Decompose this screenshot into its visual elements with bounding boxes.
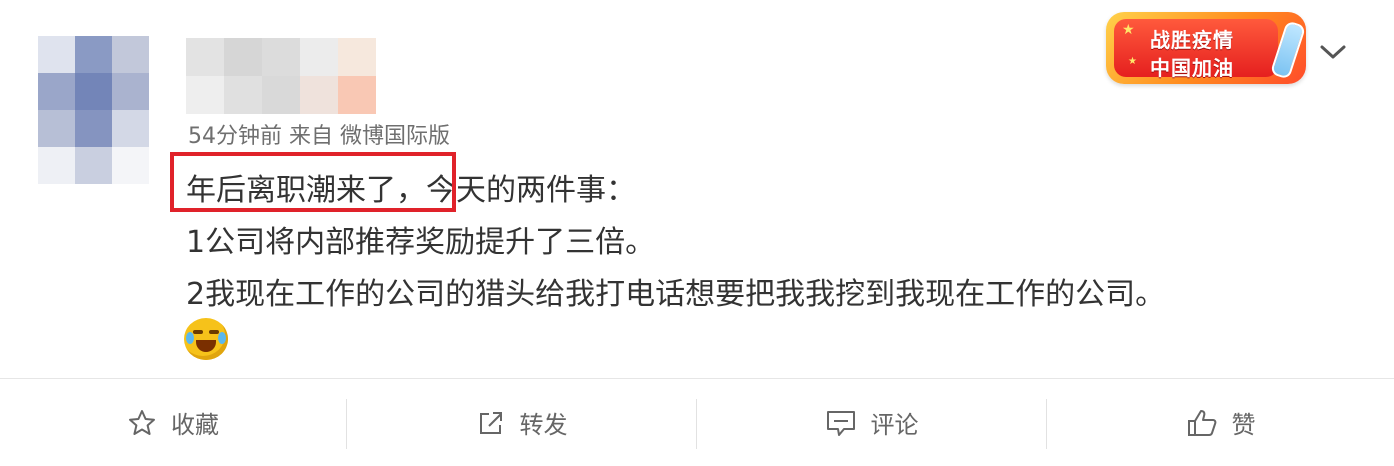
star-icon: ★ [1128, 56, 1137, 67]
campaign-badge[interactable]: ★ ★ 战胜疫情 中国加油 [1106, 12, 1307, 84]
post-line-2: 1公司将内部推荐奖励提升了三倍。 [186, 225, 656, 260]
comment-label: 评论 [870, 411, 919, 439]
favorite-button[interactable]: 收藏 [0, 379, 346, 466]
post-line-1-rest: 今天的两件事： [426, 173, 636, 208]
repost-label: 转发 [519, 411, 568, 439]
favorite-label: 收藏 [171, 411, 219, 439]
share-icon [479, 411, 502, 434]
like-button[interactable]: 赞 [1047, 379, 1394, 466]
repost-button[interactable]: 转发 [347, 379, 696, 466]
comment-button[interactable]: 评论 [697, 379, 1046, 466]
comment-icon [826, 410, 855, 436]
post-content: 年后离职潮来了，今天的两件事： 1公司将内部推荐奖励提升了三倍。 2我现在工作的… [170, 152, 1166, 321]
thumbs-up-icon [1187, 409, 1216, 436]
star-icon: ★ [1122, 22, 1135, 38]
avatar[interactable] [38, 36, 150, 186]
star-icon [129, 409, 155, 435]
laughing-crying-emoji-icon [184, 318, 228, 360]
like-label: 赞 [1231, 411, 1256, 439]
post-meta: 54分钟前 来自 微博国际版 [188, 124, 450, 149]
chevron-down-icon[interactable] [1318, 42, 1348, 62]
highlighted-text: 年后离职潮来了， [170, 152, 456, 217]
badge-line-2: 中国加油 [1150, 56, 1234, 80]
action-bar: 收藏 转发 评论 赞 [0, 379, 1394, 466]
username-blurred[interactable] [186, 38, 376, 114]
post-line-1: 年后离职潮来了，今天的两件事： [170, 152, 1165, 217]
post-line-3: 2我现在工作的公司的猎头给我打电话想要把我我挖到我现在工作的公司。 [186, 277, 1166, 312]
badge-line-1: 战胜疫情 [1150, 28, 1234, 52]
